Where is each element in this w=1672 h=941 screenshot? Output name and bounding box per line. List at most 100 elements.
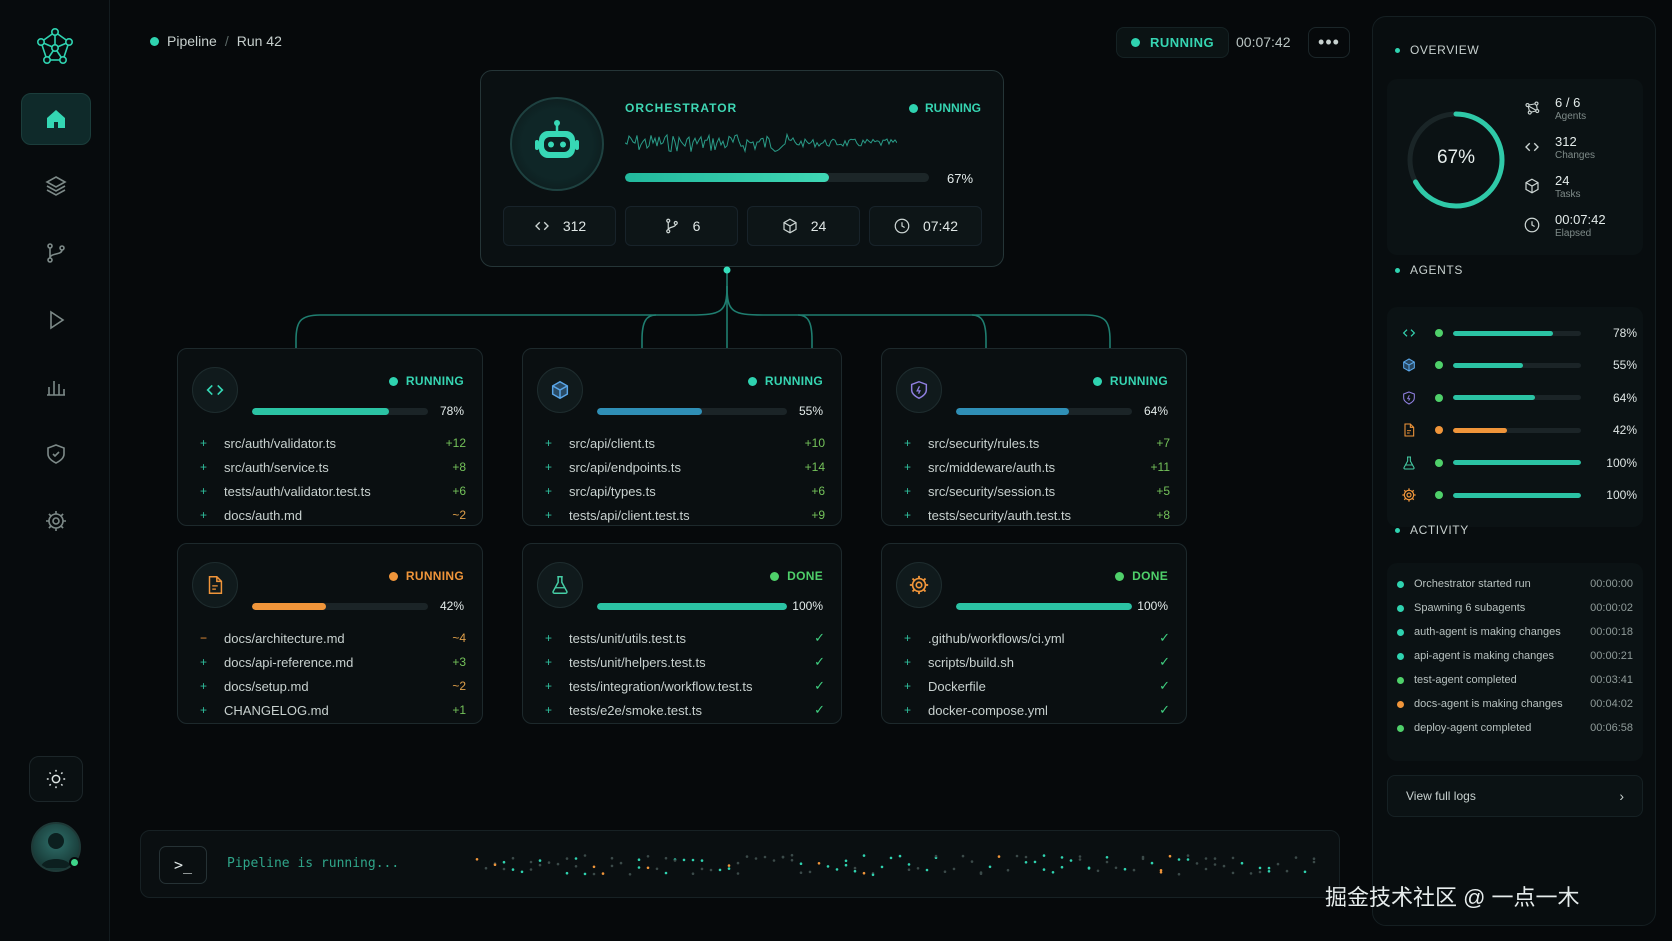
file-row[interactable]: + src/api/types.ts +6 — [545, 479, 825, 503]
agent-status: RUNNING — [388, 374, 464, 388]
activity-time: 00:04:02 — [1590, 698, 1633, 710]
changed-files-list: + src/api/client.ts +10 + src/api/endpoi… — [545, 431, 825, 527]
file-row[interactable]: + docs/auth.md ~2 — [200, 503, 466, 527]
agent-card[interactable]: DONE 100% + tests/unit/utils.test.ts ✓ + … — [522, 543, 842, 724]
file-row[interactable]: + tests/api/client.test.ts +9 — [545, 503, 825, 527]
network-logo-icon[interactable] — [31, 24, 79, 72]
document-icon — [1404, 423, 1415, 437]
file-row[interactable]: + Dockerfile ✓ — [904, 674, 1170, 698]
status-dot — [388, 571, 398, 581]
changed-files-list: + src/auth/validator.ts +12 + src/auth/s… — [200, 431, 466, 527]
file-row[interactable]: + tests/auth/validator.test.ts +6 — [200, 479, 466, 503]
overview-agents-label: Agents — [1555, 111, 1587, 122]
activity-title: ACTIVITY — [1410, 523, 1469, 537]
orchestrator-progress-bar — [625, 173, 929, 182]
agent-progress-row[interactable]: 78% — [1401, 323, 1637, 343]
file-row[interactable]: + src/security/rules.ts +7 — [904, 431, 1170, 455]
agent-card[interactable]: RUNNING 64% + src/security/rules.ts +7 + … — [881, 348, 1187, 526]
status-dot — [1115, 571, 1125, 581]
activity-list: Orchestrator started run 00:00:00 Spawni… — [1387, 563, 1643, 761]
orchestrator-progress-label: 67% — [947, 171, 974, 186]
file-row[interactable]: + src/api/endpoints.ts +14 — [545, 455, 825, 479]
file-row[interactable]: + docker-compose.yml ✓ — [904, 698, 1170, 722]
file-row[interactable]: + tests/integration/workflow.test.ts ✓ — [545, 674, 825, 698]
stat-changes-value: 312 — [562, 218, 587, 234]
file-row[interactable]: + CHANGELOG.md +1 — [200, 698, 466, 722]
agent-status: RUNNING — [388, 569, 464, 583]
agent-progress-label: 42% — [439, 599, 464, 613]
agent-progress-label: 78% — [439, 404, 464, 418]
file-name: src/api/endpoints.ts — [569, 459, 682, 475]
file-row[interactable]: + docs/api-reference.md +3 — [200, 650, 466, 674]
activity-text: docs-agent is making changes — [1414, 698, 1563, 710]
terminal-bar: >_ Pipeline is running... — [140, 830, 1340, 898]
more-options-button[interactable]: ••• — [1308, 27, 1350, 58]
file-row[interactable]: + tests/unit/helpers.test.ts ✓ — [545, 650, 825, 674]
network-icon — [1525, 101, 1540, 115]
nav-security[interactable] — [21, 428, 91, 480]
file-row[interactable]: − docs/architecture.md ~4 — [200, 626, 466, 650]
file-row[interactable]: + scripts/build.sh ✓ — [904, 650, 1170, 674]
agent-status-text: DONE — [1132, 569, 1168, 583]
overview-changes-label: Changes — [1555, 150, 1596, 161]
file-name: tests/unit/helpers.test.ts — [569, 654, 706, 670]
agent-progress-row[interactable]: 100% — [1401, 485, 1637, 505]
activity-time: 00:06:58 — [1590, 722, 1633, 734]
nav-run[interactable] — [21, 294, 91, 346]
chevron-right-icon: › — [1619, 788, 1624, 804]
file-change-mark: + — [904, 631, 912, 645]
agent-progress-row[interactable]: 100% — [1401, 453, 1637, 473]
agent-status-text: RUNNING — [405, 374, 464, 388]
file-row[interactable]: + tests/unit/utils.test.ts ✓ — [545, 626, 825, 650]
agent-card[interactable]: RUNNING 55% + src/api/client.ts +10 + src… — [522, 348, 842, 526]
file-row[interactable]: + docs/setup.md ~2 — [200, 674, 466, 698]
file-delta: +6 — [811, 484, 825, 498]
file-row[interactable]: + src/api/client.ts +10 — [545, 431, 825, 455]
file-name: src/api/client.ts — [569, 435, 655, 451]
file-row[interactable]: + src/middeware/auth.ts +11 — [904, 455, 1170, 479]
terminal-button[interactable]: >_ — [159, 846, 207, 884]
file-row[interactable]: + tests/e2e/smoke.test.ts ✓ — [545, 698, 825, 722]
orchestrator-card[interactable]: ORCHESTRATOR RUNNING 67% 312 6 24 07:42 — [480, 70, 1004, 267]
gear-icon — [909, 575, 929, 595]
agent-progress-fill — [597, 603, 787, 610]
agent-progress-bar — [597, 408, 787, 415]
file-row[interactable]: + src/auth/service.ts +8 — [200, 455, 466, 479]
overview-tasks: 24 Tasks — [1523, 173, 1581, 201]
agent-icon-wrap — [537, 367, 583, 413]
breadcrumb-run[interactable]: Run 42 — [237, 33, 282, 49]
file-row[interactable]: + src/auth/validator.ts +12 — [200, 431, 466, 455]
breadcrumb-pipeline[interactable]: Pipeline — [167, 33, 217, 49]
file-row[interactable]: + tests/security/auth.test.ts +8 — [904, 503, 1170, 527]
cube-icon — [1525, 178, 1539, 194]
gear-icon — [1402, 488, 1416, 502]
agent-progress-row[interactable]: 55% — [1401, 355, 1637, 375]
file-row[interactable]: + .github/workflows/ci.yml ✓ — [904, 626, 1170, 650]
agent-card[interactable]: RUNNING 42% − docs/architecture.md ~4 + d… — [177, 543, 483, 724]
check-icon: ✓ — [814, 630, 825, 645]
nav-home[interactable] — [21, 93, 91, 145]
nav-analytics[interactable] — [21, 361, 91, 413]
agent-progress-row[interactable]: 42% — [1401, 420, 1637, 440]
check-icon: ✓ — [814, 654, 825, 669]
file-name: tests/integration/workflow.test.ts — [569, 678, 753, 694]
file-name: src/auth/validator.ts — [224, 435, 336, 451]
branch-icon — [665, 218, 678, 234]
activity-dot — [1397, 604, 1404, 612]
agent-progress-row[interactable]: 64% — [1401, 388, 1637, 408]
activity-dot — [1397, 724, 1404, 732]
view-full-logs-button[interactable]: View full logs › — [1387, 775, 1643, 817]
nav-branches[interactable] — [21, 227, 91, 279]
nav-layers[interactable] — [21, 160, 91, 212]
sun-icon — [46, 769, 66, 789]
activity-time: 00:00:02 — [1590, 602, 1633, 614]
file-delta: +1 — [452, 703, 466, 717]
nav-settings[interactable] — [21, 495, 91, 547]
status-dot — [770, 571, 780, 581]
file-change-mark: + — [904, 436, 912, 450]
theme-toggle-button[interactable] — [29, 756, 83, 802]
agent-progress-bar — [1453, 395, 1581, 401]
agent-card[interactable]: DONE 100% + .github/workflows/ci.yml ✓ + … — [881, 543, 1187, 724]
agent-card[interactable]: RUNNING 78% + src/auth/validator.ts +12 +… — [177, 348, 483, 526]
file-row[interactable]: + src/security/session.ts +5 — [904, 479, 1170, 503]
